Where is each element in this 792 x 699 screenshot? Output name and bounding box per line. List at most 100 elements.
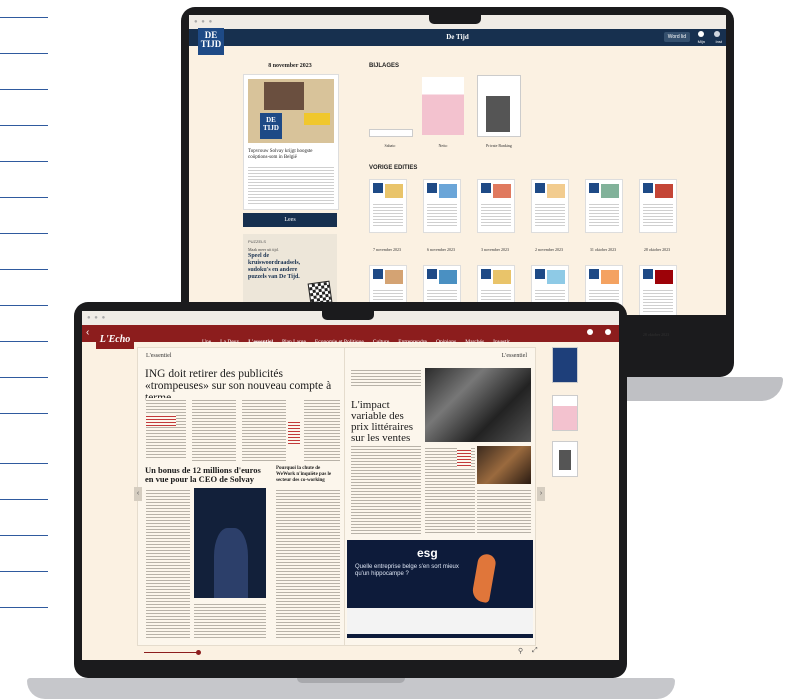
tab-la-deux[interactable]: La Deux — [220, 339, 239, 345]
page-scrubber-track[interactable] — [144, 652, 198, 653]
supplement-sabato[interactable] — [369, 129, 413, 137]
back-laptop-screen: ● ● ● De Tijd Word lid Mijn Inst DE TIJD… — [189, 15, 726, 315]
cover-photo — [264, 82, 304, 110]
portrait-figure — [214, 528, 248, 598]
divider — [0, 269, 48, 270]
supplement-caption: Private Banking — [486, 143, 512, 148]
edition-date-caption: 31 oktober 2023 — [589, 247, 617, 252]
settings-icon[interactable] — [714, 31, 720, 37]
divider — [0, 413, 48, 414]
divider — [0, 463, 48, 464]
window-controls[interactable]: ● ● ● — [87, 315, 106, 321]
newspaper-page-left[interactable]: L'essentiel ING doit retirer des publici… — [137, 347, 346, 646]
window-titlebar: ● ● ● — [82, 311, 619, 325]
tab-culture[interactable]: Culture — [373, 339, 390, 345]
article-column — [146, 398, 186, 458]
settings-icon-label: Inst — [715, 39, 722, 44]
edition-date-caption: 6 november 2023 — [427, 247, 455, 252]
divider — [0, 233, 48, 234]
tab-economie-politique[interactable]: Economie et Politique — [315, 339, 364, 345]
edition-thumb[interactable] — [585, 179, 623, 233]
divider — [0, 17, 48, 18]
front-laptop-screen: ● ● ● ‹ Une La Deux L'essentiel Plan Lar… — [82, 311, 619, 660]
sub-headline: Un bonus de 12 millions d'euros en vue p… — [145, 465, 261, 484]
divider — [0, 125, 48, 126]
esg-advertisement[interactable]: esg Quelle entreprise belge s'en sort mi… — [347, 540, 533, 638]
tab-opinions[interactable]: Opinions — [436, 339, 456, 345]
divider — [0, 197, 48, 198]
page-scrubber-handle[interactable] — [196, 650, 201, 655]
settings-icon[interactable] — [605, 329, 611, 335]
back-arrow-icon[interactable]: ‹ — [86, 327, 89, 338]
echo-logo[interactable]: L'Echo — [96, 331, 134, 349]
tab-marches[interactable]: Marchés — [465, 339, 484, 345]
edition-date-caption: 2 november 2023 — [535, 247, 563, 252]
page-section: L'essentiel — [501, 353, 527, 359]
cover-graphic — [304, 113, 330, 125]
divider — [0, 161, 48, 162]
tab-lessentiel[interactable]: L'essentiel — [248, 339, 273, 345]
ad-question: Quelle entreprise belge s'en sort mieux … — [355, 564, 459, 577]
page-thumbnail[interactable] — [552, 441, 578, 477]
tab-entreprendre[interactable]: Entreprendre — [398, 339, 427, 345]
prev-page-arrow-icon[interactable]: ‹ — [134, 487, 142, 501]
author-photo — [477, 446, 531, 484]
user-icon[interactable] — [698, 31, 704, 37]
edition-thumb[interactable] — [477, 179, 515, 233]
article-pullquote — [288, 420, 300, 444]
edition-date: 8 november 2023 — [268, 63, 312, 69]
article-column — [304, 398, 340, 462]
ceo-portrait-photo — [194, 488, 266, 598]
edition-text-preview — [248, 165, 334, 205]
tijd-logo[interactable]: DE TIJD — [198, 28, 224, 55]
tab-plan-large[interactable]: Plan Large — [282, 339, 306, 345]
next-page-arrow-icon[interactable]: › — [537, 487, 545, 501]
newspaper-page-right[interactable]: L'essentiel L'impact variable des prix l… — [344, 347, 536, 646]
supplement-caption: Sabato — [384, 143, 396, 148]
user-icon[interactable] — [587, 329, 593, 335]
puzzle-title: Speel de kruiswoordraadsels, sudoku's en… — [248, 253, 301, 280]
article-column — [192, 398, 236, 462]
article-column — [351, 444, 421, 534]
edition-thumb[interactable] — [423, 179, 461, 233]
search-icon[interactable]: ⚲ — [518, 647, 523, 655]
current-edition-card[interactable]: DE TIJD Topvrouw Solvay krijgt hoogste c… — [243, 74, 339, 210]
edition-thumb[interactable] — [531, 179, 569, 233]
article-column — [242, 398, 286, 462]
edition-thumb[interactable] — [369, 179, 407, 233]
divider — [0, 89, 48, 90]
vorige-edities-heading: VORIGE EDITIES — [369, 165, 418, 171]
user-icon-label: Mijn — [697, 39, 705, 44]
divider — [0, 571, 48, 572]
page-section: L'essentiel — [146, 353, 172, 359]
article-pullquote — [146, 414, 176, 426]
puzzle-tag: PUZZELS — [248, 239, 267, 244]
article-column — [146, 488, 190, 638]
fullscreen-icon[interactable]: ⤢ — [532, 647, 538, 655]
edition-thumb[interactable] — [639, 179, 677, 233]
page-thumbnail[interactable] — [552, 347, 578, 383]
tab-investir[interactable]: Investir — [493, 339, 510, 345]
window-controls[interactable]: ● ● ● — [194, 19, 213, 25]
seahorse-icon — [470, 552, 498, 604]
article-pullquote — [457, 448, 471, 468]
camera-notch — [322, 311, 374, 320]
page-headline: L'impact variable des prix littéraires s… — [351, 399, 414, 444]
word-lid-button[interactable]: Word lid — [663, 32, 690, 42]
tab-une[interactable]: Une — [202, 339, 211, 345]
cover-logo: DE TIJD — [260, 113, 282, 139]
article-column — [276, 488, 340, 638]
edition-date-caption: 28 oktober 2023 — [643, 247, 671, 252]
echo-navbar: ‹ Une La Deux L'essentiel Plan Large Eco… — [82, 325, 619, 345]
lees-button[interactable]: Lees — [243, 213, 337, 227]
page-thumbnail[interactable] — [552, 395, 578, 431]
divider — [0, 499, 48, 500]
supplement-netto[interactable] — [422, 77, 464, 135]
front-laptop-base — [27, 678, 675, 699]
edition-thumb[interactable] — [639, 265, 677, 315]
edition-date-caption: 7 november 2023 — [373, 247, 401, 252]
tijd-navbar: De Tijd Word lid Mijn Inst — [189, 29, 726, 46]
edition-date-caption: 3 november 2023 — [481, 247, 509, 252]
supplement-private-banking[interactable] — [477, 75, 521, 137]
divider — [0, 341, 48, 342]
